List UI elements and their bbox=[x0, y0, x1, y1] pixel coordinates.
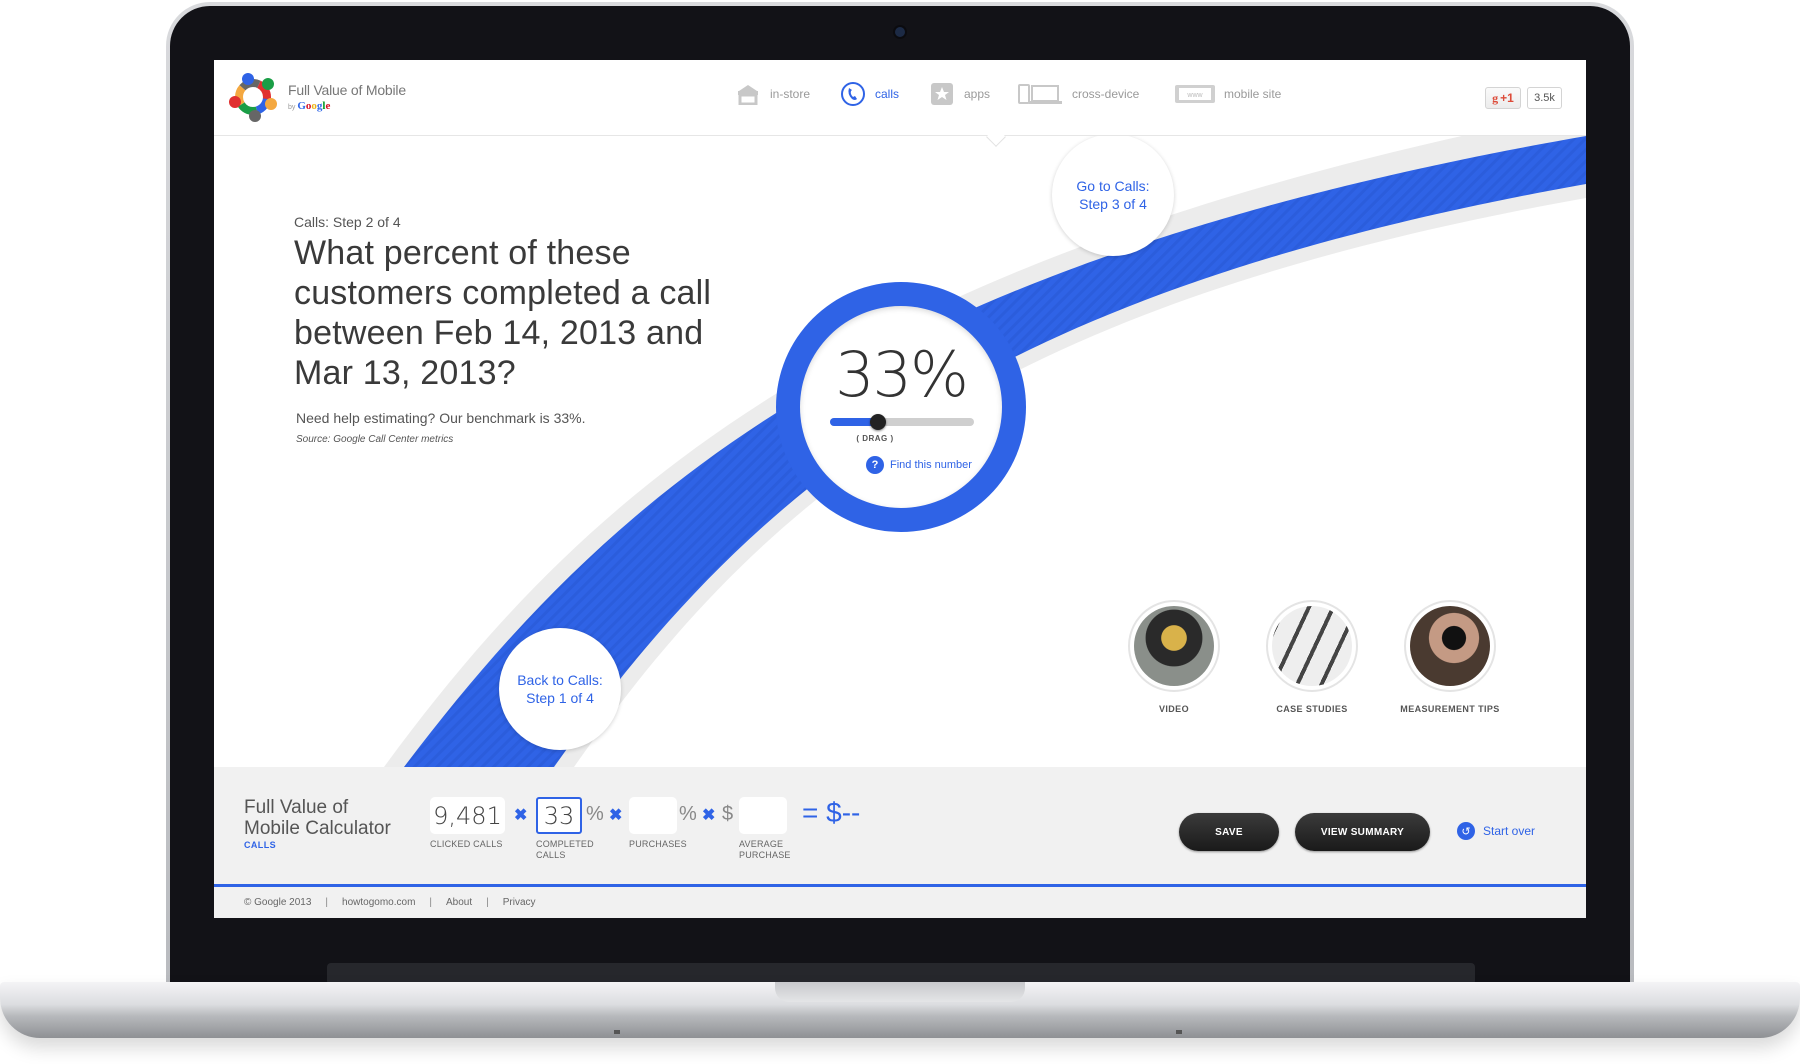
view-summary-button[interactable]: VIEW SUMMARY bbox=[1295, 813, 1430, 851]
nav-item-mobile-site[interactable]: www mobile site bbox=[1174, 82, 1281, 106]
laptop-foot bbox=[1176, 1030, 1182, 1034]
multiply-icon: ✖ bbox=[514, 807, 528, 824]
screen: Full Value of Mobile by Google in-store … bbox=[214, 60, 1586, 918]
save-button[interactable]: SAVE bbox=[1179, 813, 1279, 851]
previous-step-button[interactable]: Back to Calls: Step 1 of 4 bbox=[499, 628, 621, 750]
completed-calls-field[interactable]: 33 bbox=[536, 797, 582, 834]
completed-calls-label-line1: COMPLETED bbox=[536, 839, 594, 849]
next-step-label: Go to Calls: Step 3 of 4 bbox=[1076, 178, 1150, 212]
laptop-notch bbox=[775, 982, 1025, 1002]
resource-label: CASE STUDIES bbox=[1276, 704, 1348, 714]
previous-step-label: Back to Calls: Step 1 of 4 bbox=[517, 672, 603, 706]
step-label: Calls: Step 2 of 4 bbox=[294, 214, 401, 230]
footer-separator: | bbox=[429, 897, 433, 908]
average-purchase-label: AVERAGE PURCHASE bbox=[739, 839, 791, 861]
copyright-text: © Google 2013 bbox=[244, 897, 312, 908]
source-note: Source: Google Call Center metrics bbox=[296, 434, 454, 445]
undo-icon: ↺ bbox=[1457, 822, 1475, 840]
footer-site-link[interactable]: howtogomo.com bbox=[342, 897, 415, 908]
nav-item-in-store[interactable]: in-store bbox=[734, 82, 810, 106]
resource-measurement-tips[interactable]: MEASUREMENT TIPS bbox=[1380, 600, 1520, 714]
find-number-link[interactable]: ? Find this number bbox=[866, 456, 972, 474]
measurement-tips-thumbnail[interactable] bbox=[1404, 600, 1496, 692]
multiply-icon: ✖ bbox=[609, 807, 623, 824]
purchases-field[interactable] bbox=[629, 797, 677, 834]
phone-icon bbox=[839, 82, 867, 106]
nav-item-cross-device[interactable]: cross-device bbox=[1018, 82, 1139, 106]
average-purchase-label-line2: PURCHASE bbox=[739, 850, 791, 860]
calculator-bar: Full Value of Mobile Calculator CALLS 9,… bbox=[214, 767, 1586, 884]
nav-item-calls[interactable]: calls bbox=[839, 82, 899, 106]
google-plus-icon: g bbox=[1492, 90, 1499, 105]
resource-label: VIDEO bbox=[1158, 704, 1189, 714]
nav-item-apps[interactable]: apps bbox=[928, 82, 990, 106]
star-icon bbox=[928, 82, 956, 106]
resource-label: MEASUREMENT TIPS bbox=[1400, 704, 1500, 714]
question-heading: What percent of these customers complete… bbox=[294, 234, 712, 392]
camera-icon bbox=[895, 27, 905, 37]
footer-privacy-link[interactable]: Privacy bbox=[503, 897, 536, 908]
calculator-title-line2: Mobile Calculator bbox=[244, 818, 391, 839]
nav-label: calls bbox=[875, 87, 900, 101]
svg-text:www: www bbox=[1186, 92, 1203, 99]
google-wordmark: Google bbox=[297, 100, 331, 112]
video-thumbnail[interactable] bbox=[1128, 600, 1220, 692]
start-over-label: Start over bbox=[1483, 824, 1536, 838]
calculator-subtitle: CALLS bbox=[244, 840, 276, 850]
help-icon: ? bbox=[866, 456, 884, 474]
calculator-title: Full Value of Mobile Calculator bbox=[244, 797, 391, 839]
dial-inner: 33% ( DRAG ) ? Find this number bbox=[800, 306, 1002, 508]
brand-byline: by Google bbox=[288, 100, 330, 112]
percent-unit: % bbox=[586, 803, 604, 825]
footer-separator: | bbox=[325, 897, 329, 908]
laptop-mockup: Full Value of Mobile by Google in-store … bbox=[0, 0, 1800, 1064]
percent-dial: 33% ( DRAG ) ? Find this number bbox=[776, 282, 1026, 532]
google-plus-count: 3.5k bbox=[1527, 87, 1562, 109]
header: Full Value of Mobile by Google in-store … bbox=[214, 60, 1586, 136]
footer: © Google 2013 | howtogomo.com | About | … bbox=[214, 887, 1586, 918]
www-icon: www bbox=[1174, 82, 1216, 106]
find-number-label: Find this number bbox=[890, 459, 972, 471]
percent-slider[interactable] bbox=[830, 414, 974, 430]
purchases-label: PURCHASES bbox=[629, 839, 687, 849]
start-over-link[interactable]: ↺ Start over bbox=[1457, 822, 1535, 840]
slider-handle[interactable] bbox=[869, 414, 886, 430]
calculator-result: = $-- bbox=[802, 797, 861, 828]
completed-calls-label-line2: CALLS bbox=[536, 850, 566, 860]
dollar-unit: $ bbox=[722, 803, 734, 825]
devices-icon bbox=[1018, 82, 1064, 106]
nav-label: mobile site bbox=[1224, 87, 1282, 101]
drag-hint: ( DRAG ) bbox=[856, 434, 894, 443]
case-studies-thumbnail[interactable] bbox=[1266, 600, 1358, 692]
store-icon bbox=[734, 82, 762, 106]
logo-icon[interactable] bbox=[228, 72, 278, 122]
footer-separator: | bbox=[486, 897, 489, 908]
percent-unit: % bbox=[679, 803, 697, 825]
resource-case-studies[interactable]: CASE STUDIES bbox=[1242, 600, 1382, 714]
google-plus-button[interactable]: g +1 bbox=[1485, 87, 1521, 109]
next-step-button[interactable]: Go to Calls: Step 3 of 4 bbox=[1052, 134, 1174, 256]
percent-value: 33% bbox=[835, 338, 969, 411]
footer-about-link[interactable]: About bbox=[446, 897, 472, 908]
clicked-calls-label: CLICKED CALLS bbox=[430, 839, 503, 849]
brand-by-text: by bbox=[288, 104, 296, 111]
calculator-title-line1: Full Value of bbox=[244, 797, 349, 818]
nav-label: in-store bbox=[770, 87, 811, 101]
multiply-icon: ✖ bbox=[702, 807, 716, 824]
laptop-foot bbox=[614, 1030, 620, 1034]
brand-title: Full Value of Mobile bbox=[288, 82, 406, 98]
resource-video[interactable]: VIDEO bbox=[1104, 600, 1244, 714]
nav-label: apps bbox=[964, 87, 991, 101]
average-purchase-label-line1: AVERAGE bbox=[739, 839, 784, 849]
average-purchase-field[interactable] bbox=[739, 797, 787, 834]
clicked-calls-field[interactable]: 9,481 bbox=[430, 797, 505, 834]
completed-calls-label: COMPLETED CALLS bbox=[536, 839, 594, 861]
google-plus-label: +1 bbox=[1500, 91, 1514, 105]
benchmark-help: Need help estimating? Our benchmark is 3… bbox=[296, 410, 586, 426]
nav-label: cross-device bbox=[1072, 87, 1140, 101]
